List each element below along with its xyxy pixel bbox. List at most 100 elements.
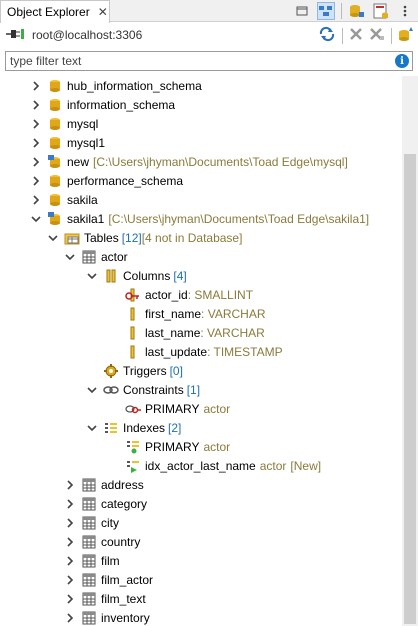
tree-node-city[interactable]: city (64, 513, 119, 532)
tree-node-mysql1[interactable]: mysql1 (30, 133, 105, 152)
info-icon[interactable]: i (395, 54, 409, 68)
node-count: [2] (168, 420, 182, 435)
connection-bar: root@localhost:3306 (0, 22, 418, 48)
vertical-scrollbar[interactable] (402, 76, 418, 626)
table-icon (81, 610, 97, 626)
tree-node-inventory[interactable]: inventory (64, 608, 150, 626)
tree-node-country[interactable]: country (64, 532, 140, 551)
delete-icon[interactable] (349, 27, 363, 44)
connection-toolbar (318, 26, 414, 45)
sync-icon[interactable] (318, 26, 336, 45)
db-connect-icon[interactable] (348, 2, 366, 20)
tree-node-performance-schema[interactable]: performance_schema (30, 171, 183, 190)
tree-node-tables[interactable]: Tables [12] [4 not in Database] (47, 228, 242, 247)
tree-node-column-actor-id[interactable]: actor_id : SMALLINT (108, 285, 253, 304)
chevron-right-icon[interactable] (64, 555, 76, 567)
chevron-right-icon[interactable] (30, 194, 42, 206)
chevron-right-icon[interactable] (30, 137, 42, 149)
constraints-icon (103, 382, 119, 398)
project-database-icon (47, 154, 63, 170)
node-label: address (101, 477, 144, 492)
table-icon (81, 534, 97, 550)
tree-node-mysql[interactable]: mysql (30, 114, 98, 133)
minimize-icon[interactable] (293, 2, 311, 20)
node-count: [0] (169, 363, 183, 378)
tree-node-constraint-primary[interactable]: PRIMARY actor (108, 399, 230, 418)
tree-node-column-first-name[interactable]: first_name : VARCHAR (108, 304, 265, 323)
chevron-right-icon[interactable] (30, 156, 42, 168)
primary-key-column-icon (125, 287, 141, 303)
chevron-right-icon[interactable] (30, 80, 42, 92)
chevron-down-icon[interactable] (86, 422, 98, 434)
tree-node-film-text[interactable]: film_text (64, 589, 146, 608)
node-label: Constraints (123, 382, 184, 397)
tree-node-address[interactable]: address (64, 475, 144, 494)
chevron-right-icon[interactable] (64, 593, 76, 605)
tree-node-indexes[interactable]: Indexes [2] (86, 418, 181, 437)
tree-node-film[interactable]: film (64, 551, 120, 570)
database-icon (47, 116, 63, 132)
chevron-down-icon[interactable] (30, 213, 42, 225)
tree-node-actor[interactable]: actor (64, 247, 128, 266)
node-label: PRIMARY (145, 439, 200, 454)
view-menu-icon[interactable] (396, 2, 414, 20)
view-tab-bar: Object Explorer ✕ (0, 0, 418, 23)
chevron-down-icon[interactable] (47, 232, 59, 244)
chevron-right-icon[interactable] (64, 517, 76, 529)
columns-icon (103, 268, 119, 284)
tab-title: Object Explorer (7, 5, 90, 19)
tree-node-column-last-update[interactable]: last_update : TIMESTAMP (108, 342, 283, 361)
node-label: last_update (145, 344, 208, 359)
node-label: new (67, 154, 90, 169)
connection-plug-icon[interactable] (6, 27, 24, 44)
tree-node-new[interactable]: new [C:\Users\jhyman\Documents\Toad Edge… (30, 152, 348, 171)
chevron-right-icon[interactable] (30, 175, 42, 187)
chevron-down-icon[interactable] (86, 270, 98, 282)
chevron-down-icon[interactable] (64, 251, 76, 263)
tree-node-information-schema[interactable]: information_schema (30, 95, 175, 114)
tree-node-sakila[interactable]: sakila (30, 190, 98, 209)
chevron-right-icon[interactable] (64, 574, 76, 586)
primary-key-constraint-icon (125, 401, 141, 417)
chevron-down-icon[interactable] (86, 384, 98, 396)
node-count: [1] (186, 382, 201, 397)
node-label: PRIMARY (145, 401, 200, 416)
tree-node-sakila1[interactable]: sakila1 [C:\Users\jhyman\Documents\Toad … (30, 209, 369, 228)
tree-node-column-last-name[interactable]: last_name : VARCHAR (108, 323, 265, 342)
new-connection-icon[interactable] (398, 26, 414, 45)
delete-all-icon[interactable] (369, 27, 385, 44)
column-type: : TIMESTAMP (207, 344, 283, 359)
tree-node-film-actor[interactable]: film_actor (64, 570, 153, 589)
node-note: [4 not in Database] (141, 230, 243, 245)
tree-node-triggers[interactable]: Triggers [0] (86, 361, 183, 380)
tree-node-category[interactable]: category (64, 494, 147, 513)
filter-input[interactable] (6, 52, 386, 70)
db-properties-icon[interactable] (372, 2, 390, 20)
tab-object-explorer[interactable]: Object Explorer ✕ (0, 0, 110, 23)
close-icon[interactable]: ✕ (98, 5, 108, 19)
tree-node-constraints[interactable]: Constraints [1] (86, 380, 200, 399)
tree-node-index-primary[interactable]: PRIMARY actor (108, 437, 230, 456)
tree-node-hub-information-schema[interactable]: hub_information_schema (30, 76, 202, 95)
node-path: [C:\Users\jhyman\Documents\Toad Edge\sak… (108, 211, 370, 226)
node-label: film_text (101, 591, 146, 606)
node-label: film (101, 553, 120, 568)
database-icon (47, 135, 63, 151)
node-label: performance_schema (67, 173, 184, 188)
node-label: mysql1 (67, 135, 106, 150)
tree-view-icon[interactable] (317, 2, 335, 20)
node-label: category (101, 496, 148, 511)
chevron-right-icon[interactable] (64, 536, 76, 548)
tree-node-index-idx-actor-last-name[interactable]: idx_actor_last_name actor [New] (108, 456, 321, 475)
project-database-icon (47, 211, 63, 227)
table-icon (81, 249, 97, 265)
tree-node-columns[interactable]: Columns [4] (86, 266, 187, 285)
scrollbar-thumb[interactable] (404, 154, 416, 624)
chevron-right-icon[interactable] (64, 479, 76, 491)
chevron-right-icon[interactable] (30, 118, 42, 130)
chevron-right-icon[interactable] (30, 99, 42, 111)
chevron-right-icon[interactable] (64, 498, 76, 510)
chevron-right-icon[interactable] (64, 612, 76, 624)
node-label: Triggers (123, 363, 167, 378)
node-table: actor (203, 439, 231, 454)
